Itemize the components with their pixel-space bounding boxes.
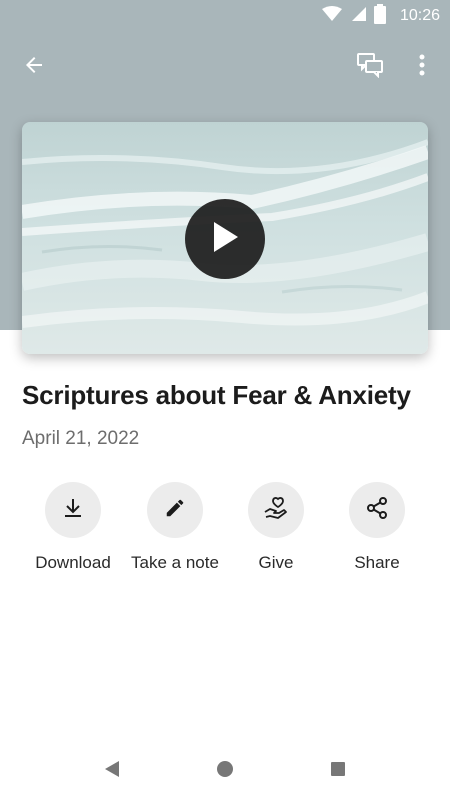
app-bar [0,42,450,90]
share-label: Share [354,553,400,572]
nav-back-button[interactable] [97,756,127,786]
system-navigation-bar [0,748,450,792]
download-button[interactable]: Download [18,482,128,573]
download-icon [61,496,85,525]
share-icon [365,496,389,525]
give-button[interactable]: Give [221,482,331,573]
status-time: 10:26 [399,7,440,24]
play-icon [210,220,240,259]
square-recents-icon [330,761,346,782]
nav-home-button[interactable] [210,756,240,786]
action-row: Download Take a note Give Share [0,482,450,582]
chat-bubbles-icon [356,52,384,83]
pencil-icon [164,497,186,524]
page-title: Scriptures about Fear & Anxiety [22,380,411,410]
give-heart-hand-icon [263,496,289,525]
battery-icon [373,3,386,29]
share-icon-circle [349,482,405,538]
chat-button[interactable] [350,47,390,87]
take-note-button[interactable]: Take a note [120,482,230,573]
download-label: Download [35,553,111,572]
publish-date: April 21, 2022 [22,428,140,449]
circle-home-icon [216,760,234,783]
take-note-label: Take a note [131,553,219,572]
status-bar: 10:26 [0,0,450,32]
video-player[interactable] [22,122,428,354]
play-button[interactable] [185,199,265,279]
nav-recents-button[interactable] [323,756,353,786]
more-options-button[interactable] [402,47,442,87]
share-button[interactable]: Share [322,482,432,573]
back-button[interactable] [14,47,54,87]
give-label: Give [258,553,294,572]
more-vert-icon [419,53,425,82]
note-icon-circle [147,482,203,538]
cell-signal-icon [350,6,366,27]
download-icon-circle [45,482,101,538]
triangle-back-icon [104,760,120,783]
arrow-left-icon [22,53,46,82]
screen: 10:26 Scriptures about Fear & Anxiety Ap… [0,0,450,800]
give-icon-circle [248,482,304,538]
wifi-icon [321,5,342,27]
